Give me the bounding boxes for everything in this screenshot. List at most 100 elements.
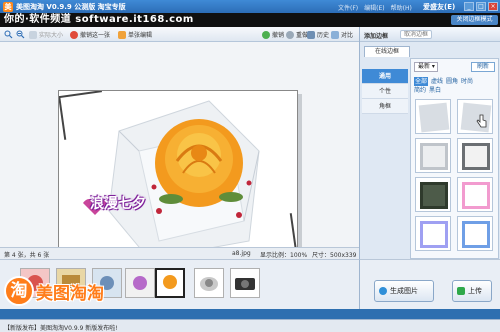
filter-all[interactable]: 全部	[414, 77, 429, 86]
actual-size-label: 实际大小	[39, 32, 64, 39]
filter-dashed[interactable]: 虚线	[431, 77, 443, 86]
batch-edit-button[interactable]: 单张编辑	[118, 30, 152, 39]
login-link[interactable]: 爱盛友(E)	[423, 2, 455, 12]
thumbnail-image	[157, 270, 183, 296]
frame-option-3[interactable]	[415, 138, 451, 173]
news-link[interactable]: 【新版发布】美图淘淘V0.9.9 新版发布啦!	[4, 323, 118, 332]
category-corner[interactable]: 角框	[362, 99, 408, 114]
photo-caption: 浪漫七夕	[90, 196, 146, 212]
generate-label: 生成图片	[390, 287, 418, 295]
zoom-out-button[interactable]	[16, 30, 25, 39]
frame-option-1[interactable]	[415, 99, 451, 134]
minimize-button[interactable]: _	[464, 2, 474, 11]
frame-panel: 添加边框 取消边框 在线边框 通用 个性 角框 最新 ▾ 刷新 全部 虚线 圆角…	[359, 27, 500, 259]
thumbnail-6[interactable]	[194, 268, 224, 298]
zoom-in-icon	[4, 30, 13, 39]
frame-panel-header: 添加边框 取消边框	[360, 27, 500, 42]
thumbnail-image	[126, 269, 154, 297]
thumbnail-4[interactable]	[125, 268, 155, 298]
image-size: 尺寸：500x339	[312, 252, 357, 259]
frame-option-4[interactable]	[457, 138, 493, 173]
refresh-button[interactable]: 刷新	[471, 62, 495, 72]
cancel-frame-button[interactable]: 取消边框	[400, 30, 433, 39]
redo-icon	[286, 30, 294, 39]
thumbnail-7[interactable]	[230, 268, 260, 298]
frame-option-6[interactable]	[457, 177, 493, 212]
close-button[interactable]: ×	[488, 2, 498, 11]
frame-option-8[interactable]	[457, 216, 493, 251]
upload-button[interactable]: 上传	[452, 280, 492, 302]
frame-swatch	[462, 143, 490, 170]
frame-swatch	[420, 182, 448, 209]
edit-toolbar: 实际大小 撤销这一张 单张编辑 撤销 重做 历史 对比	[0, 27, 359, 42]
zoom-out-icon	[16, 30, 25, 39]
thumbnail-image	[231, 269, 259, 297]
revert-label: 撤销	[272, 32, 285, 39]
redo-button[interactable]: 重做	[286, 30, 308, 39]
sort-value: 最新	[418, 63, 431, 70]
generate-icon	[379, 287, 387, 295]
app-logo-icon: 美	[3, 2, 13, 12]
undo-this-label: 撤销这一张	[80, 32, 111, 39]
filter-rounded[interactable]: 圆角	[446, 77, 458, 86]
footer-bar: 【新版发布】美图淘淘V0.9.9 新版发布啦!	[0, 319, 500, 332]
menu-bar: 文件(F) 编辑(E) 帮助(H)	[338, 3, 412, 12]
filter-fashion[interactable]: 时尚	[461, 77, 473, 86]
action-panel: 生成图片 上传	[359, 259, 500, 309]
menu-help[interactable]: 帮助(H)	[391, 3, 412, 12]
zoom-ratio: 显示比例：100%	[260, 252, 308, 259]
category-general[interactable]: 通用	[362, 69, 408, 84]
frame-swatch	[462, 221, 490, 248]
page-indicator: 第 4 张，共 6 张	[4, 252, 50, 259]
history-button[interactable]: 历史	[307, 30, 329, 39]
undo-icon	[262, 30, 270, 39]
app-title: 美图淘淘 V0.9.9 公测版 淘宝专版	[16, 3, 126, 11]
actual-size-button[interactable]: 实际大小	[29, 30, 63, 39]
frame-option-5[interactable]	[415, 177, 451, 212]
zoom-in-button[interactable]	[4, 30, 13, 39]
menu-file[interactable]: 文件(F)	[338, 3, 358, 12]
actual-size-icon	[29, 30, 37, 39]
frame-option-7[interactable]	[415, 216, 451, 251]
edit-icon	[118, 30, 126, 39]
frame-filters: 全部 虚线 圆角 时尚 简约 黑白	[414, 77, 498, 95]
upload-label: 上传	[468, 287, 482, 295]
watermark-banner: 你的·软件频道 software.it168.com 关闭边框模式	[0, 13, 500, 27]
frame-category-list: 通用 个性 角框	[362, 69, 408, 114]
maximize-button[interactable]: □	[476, 2, 486, 11]
title-bar: 美 美图淘淘 V0.9.9 公测版 淘宝专版 文件(F) 编辑(E) 帮助(H)…	[0, 0, 500, 14]
compare-label: 对比	[341, 32, 354, 39]
batch-edit-label: 单张编辑	[128, 32, 153, 39]
history-label: 历史	[317, 32, 330, 39]
file-name: a8.jpg	[232, 250, 251, 257]
hand-cursor-icon	[476, 114, 487, 128]
generate-image-button[interactable]: 生成图片	[374, 280, 434, 302]
remove-icon	[70, 30, 78, 39]
watermark-text: 你的·软件频道 software.it168.com	[4, 14, 194, 25]
image-canvas[interactable]: 浪漫七夕	[0, 42, 359, 267]
filter-simple[interactable]: 简约	[414, 86, 426, 95]
frame-option-2[interactable]	[457, 99, 493, 134]
revert-button[interactable]: 撤销	[262, 30, 284, 39]
history-icon	[307, 30, 315, 39]
frame-swatch	[462, 182, 490, 209]
refresh-label: 刷新	[476, 63, 489, 70]
compare-icon	[331, 30, 339, 39]
frame-gallery: 最新 ▾ 刷新 全部 虚线 圆角 时尚 简约 黑白	[410, 58, 499, 259]
status-bar: 第 4 张，共 6 张 a8.jpg 显示比例：100% 尺寸：500x339	[0, 247, 359, 259]
category-personal[interactable]: 个性	[362, 84, 408, 99]
filter-black-white[interactable]: 黑白	[429, 86, 441, 95]
frame-swatch	[420, 143, 448, 170]
close-frame-mode-button[interactable]: 关闭边框模式	[451, 15, 498, 25]
brand-logo: 淘 美图淘淘	[4, 275, 104, 307]
compare-button[interactable]: 对比	[331, 30, 353, 39]
thumbnail-5-selected[interactable]	[155, 268, 185, 298]
brand-mark-icon: 淘	[4, 276, 34, 306]
frame-swatch	[420, 221, 448, 248]
rose-gift-image	[83, 100, 260, 260]
window-controls: _ □ ×	[464, 2, 498, 11]
menu-edit[interactable]: 编辑(E)	[364, 3, 384, 12]
undo-this-button[interactable]: 撤销这一张	[70, 30, 110, 39]
tab-online-frames[interactable]: 在线边框	[364, 46, 410, 57]
sort-dropdown[interactable]: 最新 ▾	[414, 62, 438, 72]
